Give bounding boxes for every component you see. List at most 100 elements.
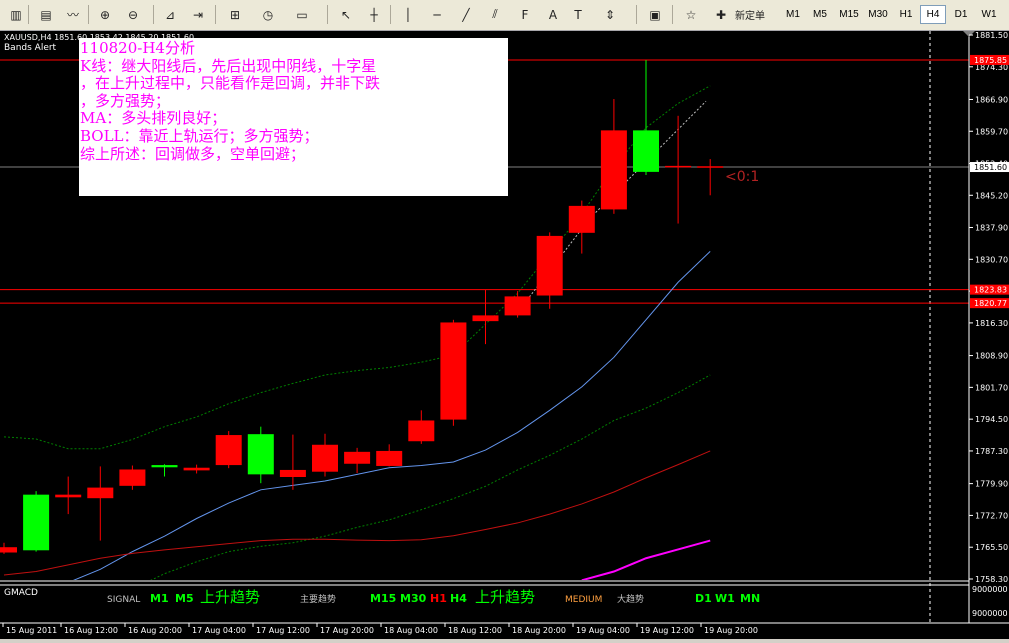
time-tick-label: 16 Aug 20:00 — [128, 626, 182, 635]
price-tick-label: 1808.90 — [975, 352, 1008, 361]
price-tick-label: 1816.30 — [975, 319, 1008, 328]
indicators-icon[interactable]: ⊞ — [225, 4, 245, 25]
sub-window-item: W1 — [715, 592, 735, 605]
timeframe-m30-button[interactable]: M30 — [865, 5, 891, 24]
note-line: ，在上升过程中，只能看作是回调，并非下跌 — [80, 74, 381, 93]
text-icon[interactable]: A — [543, 4, 563, 25]
candle-body — [151, 465, 178, 468]
price-tick-label: 1772.70 — [975, 511, 1008, 520]
timeframe-m5-button[interactable]: M5 — [807, 5, 833, 24]
time-tick-label: 18 Aug 04:00 — [384, 626, 438, 635]
toolbar-separator — [327, 5, 328, 24]
candle-body — [344, 451, 371, 464]
sub-window-item: MN — [740, 592, 760, 605]
templates-icon[interactable]: ▭ — [292, 4, 312, 25]
text-label-icon[interactable]: T — [568, 4, 588, 25]
sub-window-item: H1 — [430, 592, 447, 605]
sub-window-item: M30 — [400, 592, 427, 605]
timeframe-h1-button[interactable]: H1 — [893, 5, 919, 24]
price-tick-label: 1881.50 — [975, 31, 1008, 40]
price-tick-label: 1845.20 — [975, 191, 1008, 200]
time-tick-label: 17 Aug 04:00 — [192, 626, 246, 635]
price-tick-label: 1801.70 — [975, 383, 1008, 392]
fibonacci-icon[interactable]: F — [515, 4, 535, 25]
favorites-icon[interactable]: ☆ — [681, 4, 701, 25]
price-tick-label: 1830.70 — [975, 255, 1008, 264]
note-line: K线：继大阳线后，先后出现中阴线，十字星 — [80, 56, 377, 75]
candle-body — [504, 296, 531, 316]
cursor-icon[interactable]: ↖ — [336, 4, 356, 25]
time-tick-label: 17 Aug 12:00 — [256, 626, 310, 635]
toolbar-separator — [88, 5, 89, 24]
candle-body — [600, 130, 627, 210]
horizontal-line-icon[interactable]: ─ — [427, 4, 447, 25]
toolbar-separator — [215, 5, 216, 24]
candle-body — [183, 467, 210, 471]
price-tick-label: 1866.90 — [975, 95, 1008, 104]
sub-window-tick-label: 9000000 — [972, 585, 1008, 594]
sub-window-item: M5 — [175, 592, 194, 605]
new-order-label[interactable]: 新定单 — [732, 4, 768, 25]
sub-window-item: 上升趋势 — [200, 588, 260, 606]
bar-chart-icon[interactable]: ▥ — [6, 4, 26, 25]
new-order-icon[interactable]: ✚ — [711, 4, 731, 25]
time-tick-label: 19 Aug 12:00 — [640, 626, 694, 635]
candle-body — [119, 469, 146, 486]
price-tick-label: 1765.50 — [975, 543, 1008, 552]
price-label: 1875.85 — [974, 56, 1007, 65]
countdown-label: <0:1 — [725, 169, 760, 185]
terminal-icon[interactable]: ▣ — [645, 4, 665, 25]
timeframe-d1-button[interactable]: D1 — [948, 5, 974, 24]
candle-body — [247, 434, 274, 475]
toolbar-separator — [28, 5, 29, 24]
sub-window-item: 上升趋势 — [475, 588, 535, 606]
candlestick-chart-icon[interactable]: ▤ — [36, 4, 56, 25]
zoom-in-icon[interactable]: ⊕ — [95, 4, 115, 25]
sub-window-item: H4 — [450, 592, 467, 605]
autoscroll-icon[interactable]: ⇥ — [188, 4, 208, 25]
candle-body — [279, 469, 306, 477]
toolbar-separator — [636, 5, 637, 24]
candle-body — [376, 450, 403, 466]
time-tick-label: 16 Aug 12:00 — [64, 626, 118, 635]
main-toolbar: ▥ ▤ 〰 ⊕ ⊖ ⊿ ⇥ ⊞ ◷ ▭ ↖ ┼ │ ─ ╱ ⫽ F A T ⇕ ▣ ☆ ✚ 新定单 M1 M5 M15 M30 H1 H4… — [0, 0, 1009, 31]
candle-body — [408, 420, 435, 442]
sub-window-name: GMACD — [4, 588, 38, 598]
equidistant-channel-icon[interactable]: ⫽ — [485, 4, 505, 25]
time-tick-label: 19 Aug 04:00 — [576, 626, 630, 635]
candle-body — [633, 130, 659, 172]
sub-window-item: D1 — [695, 592, 712, 605]
arrows-icon[interactable]: ⇕ — [600, 4, 620, 25]
price-label: 1823.83 — [974, 286, 1007, 295]
toolbar-separator — [390, 5, 391, 24]
sub-window-item: MEDIUM — [565, 595, 602, 605]
trendline-icon[interactable]: ╱ — [456, 4, 476, 25]
note-line: 110820-H4分析 — [80, 39, 195, 57]
time-tick-label: 17 Aug 20:00 — [320, 626, 374, 635]
candle-body — [23, 494, 50, 551]
candle-body — [472, 315, 499, 322]
vertical-line-icon[interactable]: │ — [398, 4, 418, 25]
zoom-out-icon[interactable]: ⊖ — [123, 4, 143, 25]
candle-body — [440, 322, 467, 420]
timeframe-m1-button[interactable]: M1 — [780, 5, 806, 24]
price-tick-label: 1787.30 — [975, 447, 1008, 456]
timeframe-w1-button[interactable]: W1 — [976, 5, 1002, 24]
timeframe-m15-button[interactable]: M15 — [836, 5, 862, 24]
price-label: 1851.60 — [974, 163, 1007, 172]
sub-window-item: SIGNAL — [107, 595, 140, 605]
chart-shift-icon[interactable]: ⊿ — [160, 4, 180, 25]
price-tick-label: 1758.30 — [975, 575, 1008, 584]
note-line: BOLL：靠近上轨运行；多方强势； — [80, 126, 319, 145]
note-line: MA：多头排列良好； — [80, 109, 227, 128]
time-tick-label: 19 Aug 20:00 — [704, 626, 758, 635]
timeframe-h4-button[interactable]: H4 — [920, 5, 946, 24]
candle-body — [55, 494, 82, 498]
note-line: 综上所述：回调做多，空单回避； — [80, 144, 306, 163]
periods-icon[interactable]: ◷ — [258, 4, 278, 25]
time-tick-label: 15 Aug 2011 — [6, 626, 57, 635]
line-chart-icon[interactable]: 〰 — [63, 4, 83, 25]
crosshair-icon[interactable]: ┼ — [364, 4, 384, 25]
candle-body — [312, 444, 338, 472]
price-tick-label: 1859.70 — [975, 127, 1008, 136]
